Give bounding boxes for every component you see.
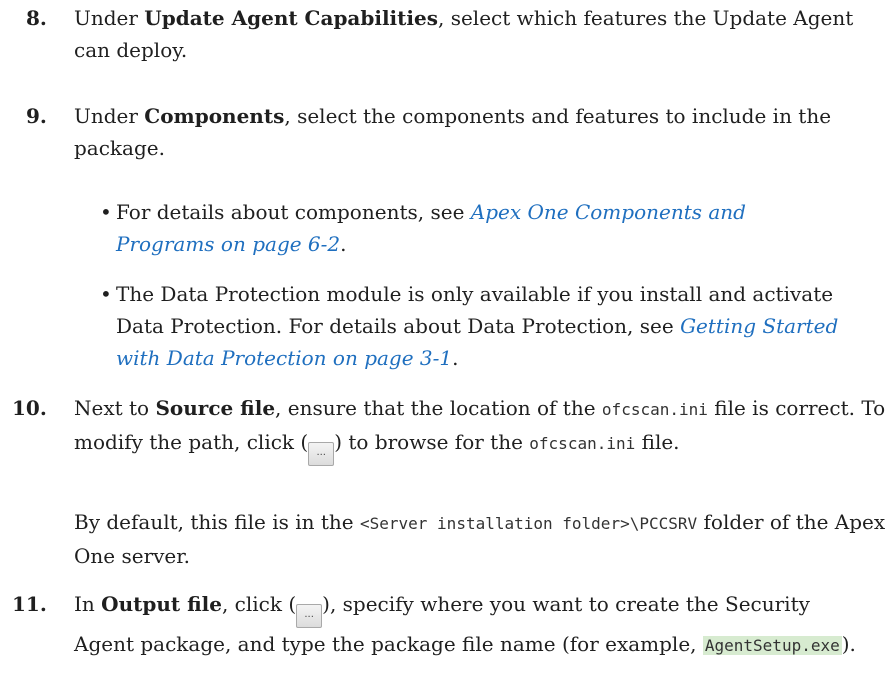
step-10: 10. Next to Source file, ensure that the…: [0, 392, 890, 466]
step-10-code-1: ofcscan.ini: [601, 400, 708, 419]
step-10-code-2: ofcscan.ini: [529, 434, 636, 453]
step-8-label: Update Agent Capabilities: [144, 6, 438, 30]
step-10-text-mid1: , ensure that the location of the: [275, 396, 602, 420]
document-page: 8. Under Update Agent Capabilities, sele…: [0, 0, 890, 683]
step-11-text-mid1: , click (: [221, 592, 297, 616]
bullet-1-text-post: .: [340, 232, 347, 256]
step-8-text-pre: Under: [74, 6, 145, 30]
browse-button[interactable]: ...: [296, 604, 323, 628]
step-9-text-pre: Under: [74, 104, 145, 128]
bullet-dot: •: [100, 282, 112, 306]
step-10-number: 10.: [12, 396, 47, 420]
step-8: 8. Under Update Agent Capabilities, sele…: [0, 2, 890, 66]
step-11: 11. In Output file, click (...), specify…: [0, 588, 890, 662]
step-10-note-code: <Server installation folder>\PCCSRV: [359, 514, 698, 533]
step-9: 9. Under Components, select the componen…: [0, 100, 890, 164]
step-10-label: Source file: [155, 396, 276, 420]
bullet-dot: •: [100, 200, 112, 224]
step-11-text-pre: In: [74, 592, 102, 616]
bullet-item: • The Data Protection module is only ava…: [0, 278, 890, 374]
bullet-1-text-pre: For details about components, see: [116, 200, 471, 224]
step-9-label: Components: [144, 104, 285, 128]
step-11-label: Output file: [101, 592, 222, 616]
step-11-code: AgentSetup.exe: [702, 636, 842, 655]
step-10-note: By default, this file is in the <Server …: [74, 506, 890, 572]
step-8-number: 8.: [26, 6, 47, 30]
step-11-text-post: ).: [841, 632, 856, 656]
browse-button[interactable]: ...: [308, 442, 335, 466]
step-10-text-mid3: ) to browse for the: [334, 430, 530, 454]
step-10-note-pre: By default, this file is in the: [74, 510, 360, 534]
step-11-number: 11.: [12, 592, 47, 616]
step-10-text-post: file.: [635, 430, 680, 454]
step-10-text-pre: Next to: [74, 396, 156, 420]
step-9-number: 9.: [26, 104, 47, 128]
bullet-2-text-post: .: [452, 346, 459, 370]
bullet-item: • For details about components, see Apex…: [0, 196, 890, 260]
